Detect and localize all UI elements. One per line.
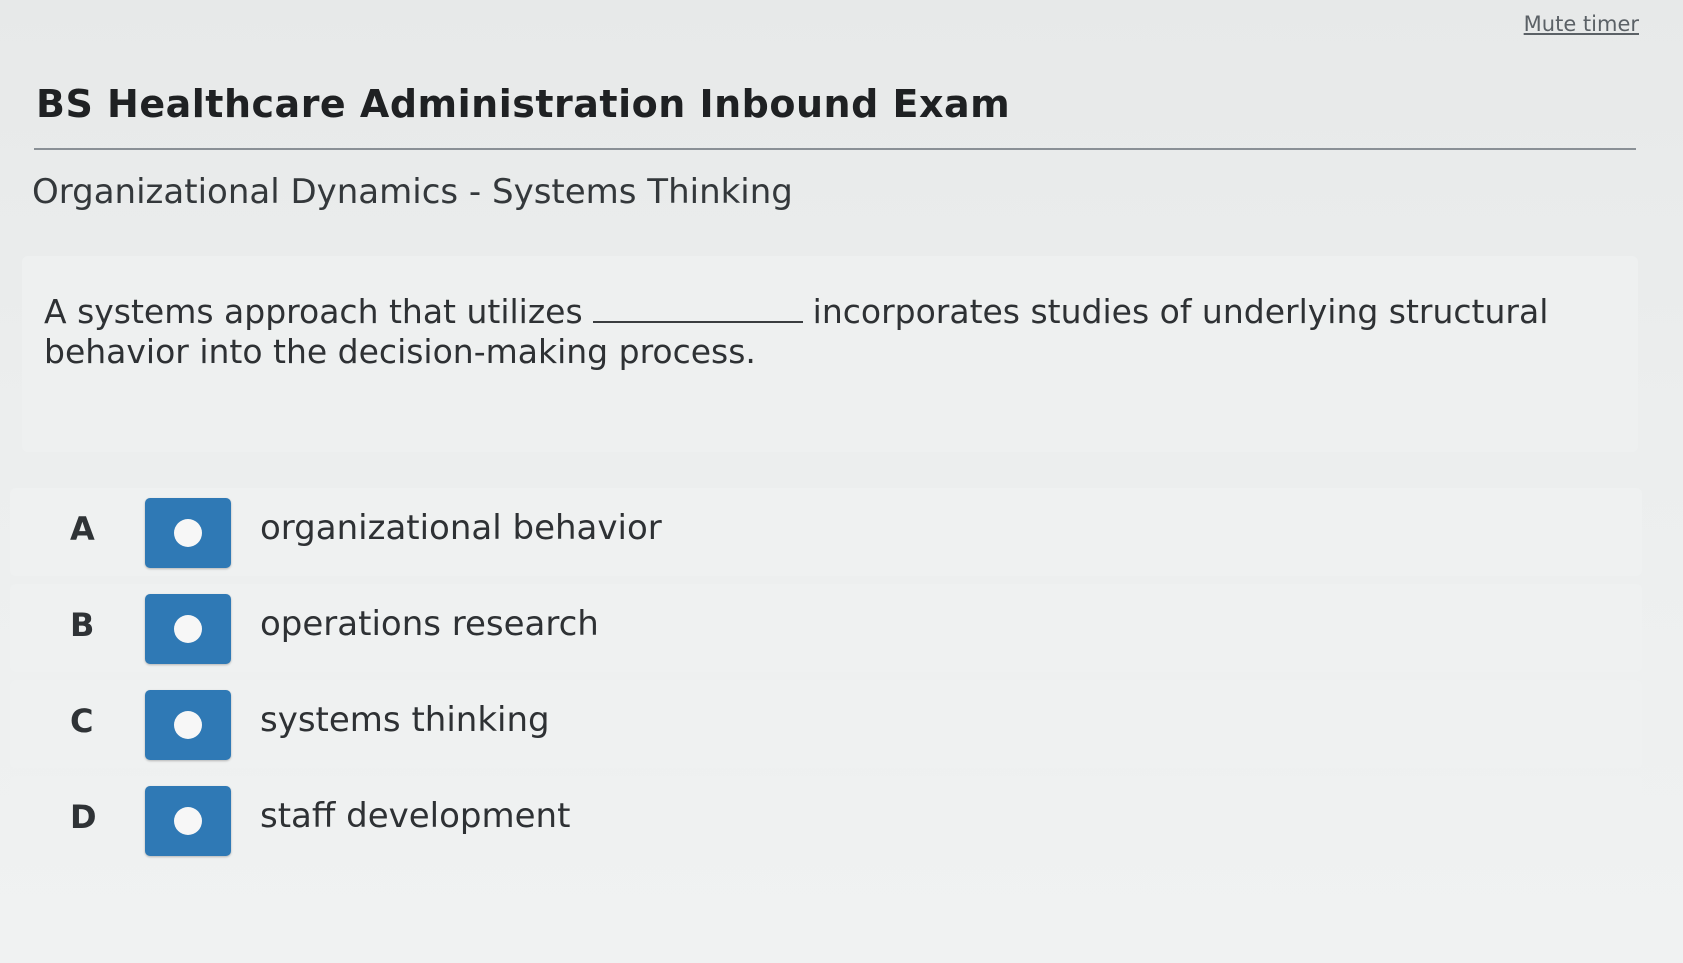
radio-dot-icon bbox=[174, 807, 202, 835]
answer-options: A organizational behavior B operations r… bbox=[10, 488, 1642, 872]
option-label: systems thinking bbox=[260, 700, 550, 740]
exam-title: BS Healthcare Administration Inbound Exa… bbox=[36, 82, 1011, 126]
option-letter: C bbox=[70, 702, 94, 740]
option-label: organizational behavior bbox=[260, 508, 662, 548]
radio-dot-icon bbox=[174, 711, 202, 739]
radio-button[interactable] bbox=[145, 786, 231, 856]
radio-button[interactable] bbox=[145, 498, 231, 568]
option-b[interactable]: B operations research bbox=[10, 584, 1642, 672]
option-label: operations research bbox=[260, 604, 599, 644]
option-label: staff development bbox=[260, 796, 571, 836]
option-letter: A bbox=[70, 510, 95, 548]
radio-dot-icon bbox=[174, 519, 202, 547]
question-text-before: A systems approach that utilizes bbox=[44, 292, 583, 331]
mute-timer-link[interactable]: Mute timer bbox=[1524, 12, 1639, 36]
answer-blank bbox=[592, 299, 803, 323]
question-text: A systems approach that utilizes incorpor… bbox=[44, 292, 1604, 372]
title-divider bbox=[34, 148, 1636, 150]
option-letter: B bbox=[70, 606, 95, 644]
option-d[interactable]: D staff development bbox=[10, 776, 1642, 864]
option-letter: D bbox=[70, 798, 97, 836]
radio-button[interactable] bbox=[145, 594, 231, 664]
section-title: Organizational Dynamics - Systems Thinki… bbox=[32, 172, 793, 212]
exam-page: Mute timer BS Healthcare Administration … bbox=[0, 0, 1683, 963]
option-a[interactable]: A organizational behavior bbox=[10, 488, 1642, 576]
option-c[interactable]: C systems thinking bbox=[10, 680, 1642, 768]
radio-dot-icon bbox=[174, 615, 202, 643]
radio-button[interactable] bbox=[145, 690, 231, 760]
question-card: A systems approach that utilizes incorpor… bbox=[22, 256, 1638, 452]
